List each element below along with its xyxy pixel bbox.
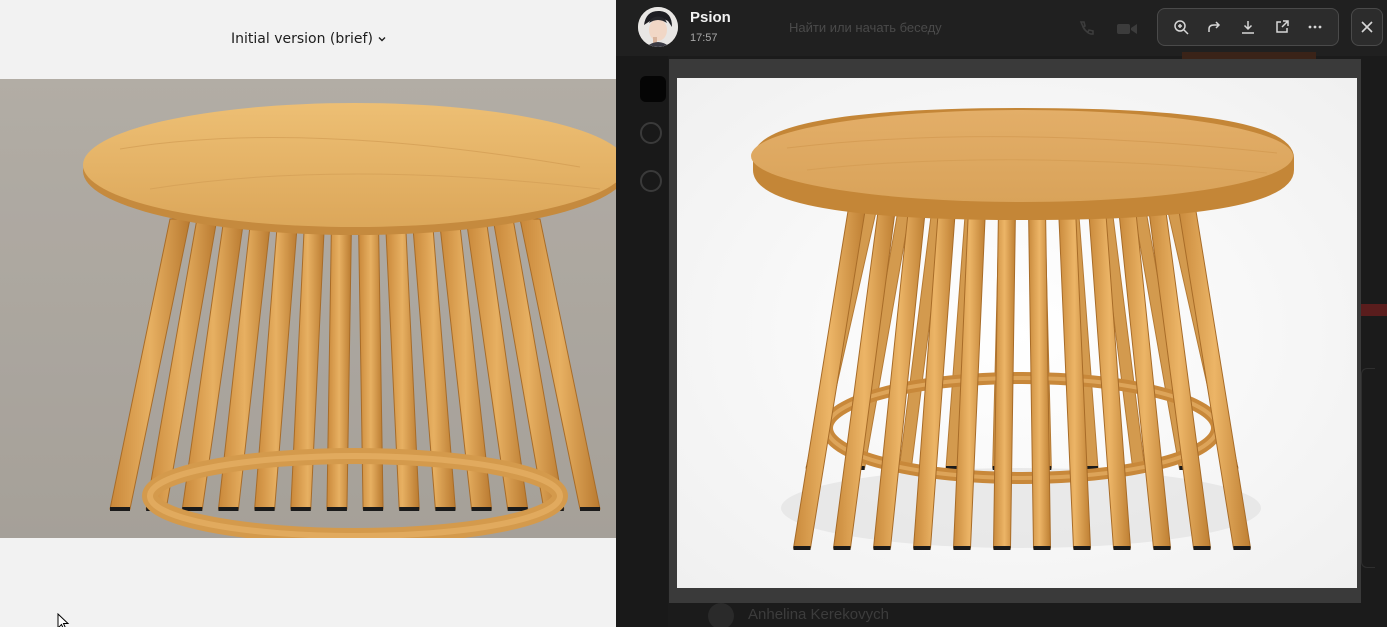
table-photo — [0, 79, 616, 538]
version-selector[interactable]: Initial version (brief) — [231, 29, 387, 49]
leg-foot — [1193, 546, 1211, 550]
open-external-button[interactable] — [1268, 13, 1296, 41]
phone-call-icon[interactable] — [1076, 19, 1096, 39]
open-external-icon — [1275, 20, 1289, 33]
download-button[interactable] — [1234, 13, 1262, 41]
leg-foot — [254, 507, 275, 511]
leg-foot — [1033, 546, 1051, 550]
message-timestamp: 17:57 — [690, 32, 718, 44]
media-viewer — [669, 59, 1361, 603]
user-name[interactable]: Psion — [690, 9, 731, 27]
leg-foot — [290, 507, 311, 511]
table-leg — [326, 218, 353, 510]
leg-foot — [110, 507, 130, 511]
video-camera-icon[interactable] — [1116, 19, 1138, 39]
server-icon[interactable] — [640, 76, 666, 102]
close-viewer-button[interactable] — [1351, 8, 1383, 46]
brief-page: Initial version (brief) — [0, 0, 616, 627]
more-button[interactable] — [1301, 13, 1329, 41]
table-render-image[interactable] — [677, 78, 1357, 588]
leg-foot — [793, 546, 811, 550]
leg-foot — [471, 507, 492, 511]
forward-icon — [1208, 21, 1221, 32]
user-avatar[interactable] — [638, 7, 678, 47]
media-toolbar — [1157, 8, 1339, 46]
chevron-down-icon — [378, 37, 386, 42]
close-icon — [1361, 21, 1373, 33]
background-badge — [1357, 304, 1387, 316]
chat-app: Найти или начать беседу Anhelina Kerekov… — [616, 0, 1387, 627]
background-contact-name: Anhelina Kerekovych — [748, 606, 889, 623]
leg-foot — [580, 507, 600, 511]
conversation-search[interactable]: Найти или начать беседу — [789, 20, 942, 35]
add-server-icon[interactable] — [640, 122, 662, 144]
leg-foot — [326, 507, 347, 511]
media-author: Psion 17:57 — [638, 7, 731, 47]
more-icon — [1308, 25, 1322, 29]
leg-foot — [1153, 546, 1171, 550]
explore-icon[interactable] — [640, 170, 662, 192]
version-selector-label: Initial version (brief) — [231, 31, 373, 47]
zoom-in-button[interactable] — [1167, 13, 1195, 41]
leg-foot — [1073, 546, 1091, 550]
zoom-in-icon — [1174, 20, 1189, 35]
server-rail — [616, 56, 668, 627]
leg-foot — [913, 546, 931, 550]
leg-foot — [873, 546, 891, 550]
avatar — [708, 603, 734, 627]
forward-button[interactable] — [1200, 13, 1228, 41]
leg-foot — [363, 507, 384, 511]
leg-foot — [1233, 546, 1251, 550]
leg-foot — [435, 507, 456, 511]
leg-foot — [399, 507, 420, 511]
leg-foot — [833, 546, 851, 550]
leg-foot — [1113, 546, 1131, 550]
background-card — [1361, 368, 1375, 568]
leg-foot — [993, 546, 1011, 550]
download-icon — [1241, 21, 1254, 34]
leg-foot — [953, 546, 971, 550]
leg-foot — [218, 507, 239, 511]
table-leg — [357, 218, 384, 510]
mouse-cursor-icon — [57, 613, 70, 627]
